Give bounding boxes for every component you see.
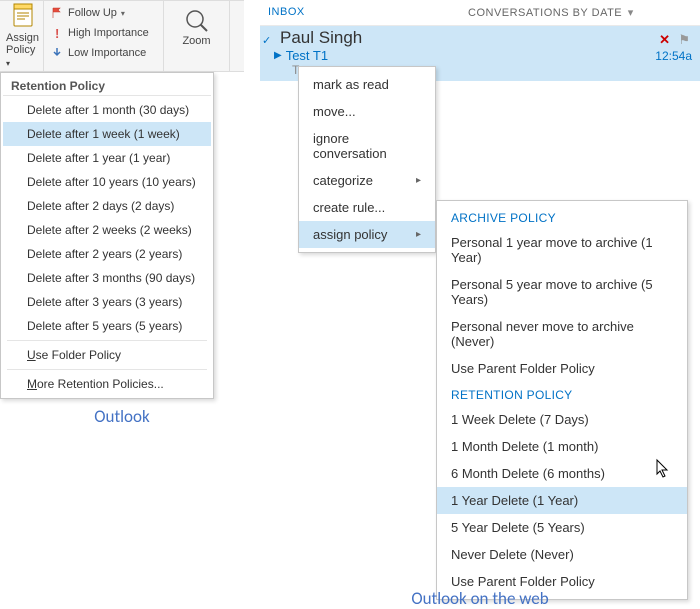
archive-policy-item[interactable]: Personal 5 year move to archive (5 Years… xyxy=(437,271,687,313)
retention-policy-menu: Retention Policy Delete after 1 month (3… xyxy=(0,72,214,399)
ctx-move[interactable]: move... xyxy=(299,98,435,125)
outlook-desktop-panel: Assign Policy ▾ Follow Up ▾ ! High Impor… xyxy=(0,0,244,72)
delete-icon[interactable]: ✕ xyxy=(659,32,670,48)
assign-policy-submenu: ARCHIVE POLICY Personal 1 year move to a… xyxy=(436,200,688,600)
chevron-down-icon: ▾ xyxy=(624,7,634,19)
zoom-label: Zoom xyxy=(182,35,210,47)
message-time: 12:54a xyxy=(655,49,692,63)
inbox-label: INBOX xyxy=(268,6,468,19)
retention-item[interactable]: Delete after 10 years (10 years) xyxy=(3,170,211,194)
chevron-right-icon: ▸ xyxy=(416,175,421,186)
retention-policy-item[interactable]: 1 Year Delete (1 Year) xyxy=(437,487,687,514)
low-importance-icon xyxy=(50,46,64,60)
svg-text:!: ! xyxy=(55,26,59,40)
assign-policy-icon xyxy=(10,2,36,32)
ribbon-group-zoom: Zoom xyxy=(164,1,230,71)
retention-policy-header: RETENTION POLICY xyxy=(437,382,687,406)
owa-panel: INBOX CONVERSATIONS BY DATE ▾ ✓ Paul Sin… xyxy=(260,0,700,82)
ribbon-group-tags: Follow Up ▾ ! High Importance Low Import… xyxy=(44,1,164,71)
retention-item[interactable]: Delete after 5 years (5 years) xyxy=(3,314,211,338)
check-icon: ✓ xyxy=(262,34,271,47)
archive-policy-item[interactable]: Personal never move to archive (Never) xyxy=(437,313,687,355)
follow-up-button[interactable]: Follow Up ▾ xyxy=(48,3,159,23)
ctx-assign-policy[interactable]: assign policy▸ xyxy=(299,221,435,248)
ctx-ignore[interactable]: ignore conversation xyxy=(299,125,435,167)
archive-policy-item[interactable]: Use Parent Folder Policy xyxy=(437,355,687,382)
expand-caret-icon[interactable]: ▶ xyxy=(274,50,282,61)
zoom-button[interactable]: Zoom xyxy=(182,3,210,47)
context-menu: mark as read move... ignore conversation… xyxy=(298,66,436,253)
zoom-icon xyxy=(183,7,211,35)
retention-policy-item[interactable]: 1 Week Delete (7 Days) xyxy=(437,406,687,433)
follow-up-label: Follow Up xyxy=(68,7,117,19)
retention-item[interactable]: Delete after 3 years (3 years) xyxy=(3,290,211,314)
assign-policy-label-1: Assign xyxy=(6,32,39,44)
use-folder-policy-item[interactable]: Use Folder Policy xyxy=(3,343,211,367)
ctx-mark-as-read[interactable]: mark as read xyxy=(299,71,435,98)
assign-policy-button[interactable]: Assign Policy ▾ xyxy=(4,0,41,72)
menu-separator xyxy=(7,369,207,370)
high-importance-label: High Importance xyxy=(68,27,149,39)
retention-item[interactable]: Delete after 2 years (2 years) xyxy=(3,242,211,266)
flag-icon[interactable]: ⚑ xyxy=(678,32,690,48)
retention-item[interactable]: Delete after 3 months (90 days) xyxy=(3,266,211,290)
high-importance-icon: ! xyxy=(50,26,64,40)
retention-item[interactable]: Delete after 1 month (30 days) xyxy=(3,98,211,122)
sort-dropdown[interactable]: CONVERSATIONS BY DATE ▾ xyxy=(468,6,634,19)
outlook-caption: Outlook xyxy=(0,406,244,427)
archive-policy-header: ARCHIVE POLICY xyxy=(437,205,687,229)
owa-caption: Outlook on the web xyxy=(260,588,700,609)
ribbon-group-assign: Assign Policy ▾ xyxy=(0,1,44,71)
retention-policy-item[interactable]: 1 Month Delete (1 month) xyxy=(437,433,687,460)
retention-item[interactable]: Delete after 2 days (2 days) xyxy=(3,194,211,218)
ctx-create-rule[interactable]: create rule... xyxy=(299,194,435,221)
chevron-right-icon: ▸ xyxy=(416,229,421,240)
ctx-categorize[interactable]: categorize▸ xyxy=(299,167,435,194)
retention-menu-header: Retention Policy xyxy=(3,75,211,96)
retention-item[interactable]: Delete after 2 weeks (2 weeks) xyxy=(3,218,211,242)
retention-policy-item[interactable]: 6 Month Delete (6 months) xyxy=(437,460,687,487)
high-importance-button[interactable]: ! High Importance xyxy=(48,23,159,43)
retention-item[interactable]: Delete after 1 week (1 week) xyxy=(3,122,211,146)
message-from: Paul Singh xyxy=(270,28,692,48)
message-subject: Test T1 xyxy=(286,48,656,63)
flag-icon xyxy=(50,6,64,20)
retention-policy-item[interactable]: Never Delete (Never) xyxy=(437,541,687,568)
ribbon: Assign Policy ▾ Follow Up ▾ ! High Impor… xyxy=(0,0,244,72)
more-retention-policies-item[interactable]: More Retention Policies... xyxy=(3,372,211,396)
assign-policy-label-2: Policy ▾ xyxy=(6,44,39,70)
retention-policy-item[interactable]: 5 Year Delete (5 Years) xyxy=(437,514,687,541)
archive-policy-item[interactable]: Personal 1 year move to archive (1 Year) xyxy=(437,229,687,271)
low-importance-button[interactable]: Low Importance xyxy=(48,43,159,63)
menu-separator xyxy=(7,340,207,341)
owa-list-header: INBOX CONVERSATIONS BY DATE ▾ xyxy=(260,0,700,26)
low-importance-label: Low Importance xyxy=(68,47,146,59)
retention-item[interactable]: Delete after 1 year (1 year) xyxy=(3,146,211,170)
